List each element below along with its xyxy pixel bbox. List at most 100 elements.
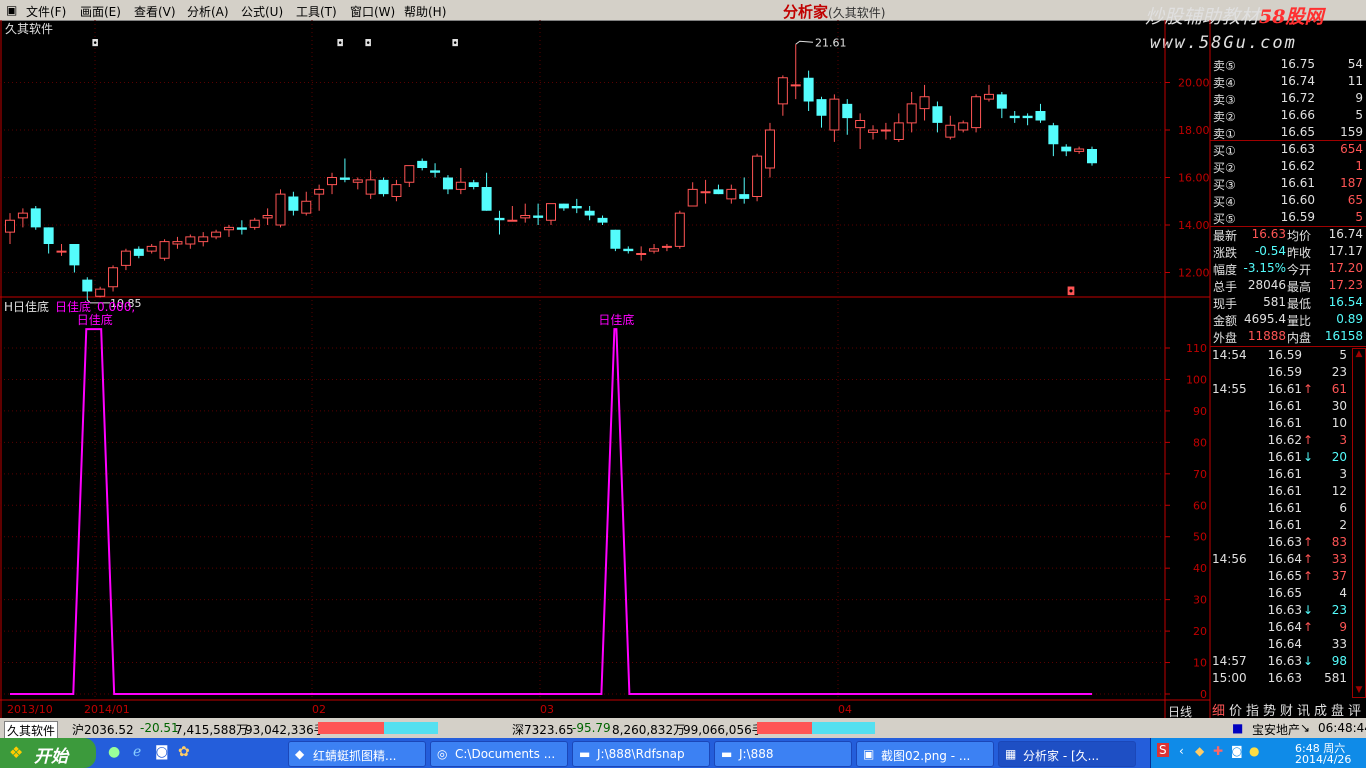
candle-body (1087, 149, 1097, 164)
panel-tab[interactable]: 财 (1280, 700, 1293, 719)
ticks-scrollbar[interactable]: ▲ ▼ (1352, 348, 1366, 698)
menu-view[interactable]: 查看(V) (134, 3, 176, 20)
sz-amount: 8,260,832万 (612, 723, 686, 737)
scroll-down-icon[interactable]: ▼ (1353, 685, 1365, 697)
tray-clock-date[interactable]: 2014/4/26 (1295, 753, 1351, 766)
candle-body (958, 122, 969, 131)
candle-body (1009, 115, 1020, 119)
panel-tab[interactable]: 指 (1246, 700, 1259, 719)
price-tick-label: 20.00 (1178, 77, 1210, 90)
tick-price: 16.64 (1267, 620, 1302, 634)
ask-label: 卖③ (1213, 93, 1236, 107)
tray-icon-3[interactable]: ◆ (1195, 744, 1204, 758)
tick-volume: 6 (1339, 501, 1347, 515)
candle-body (468, 182, 479, 187)
task-documents[interactable]: ◎ C:\Documents ... (430, 741, 568, 767)
candle-body (996, 94, 1007, 109)
candle-body (610, 229, 621, 249)
bid-price: 16.59 (1280, 210, 1315, 224)
tick-volume: 33 (1331, 637, 1347, 651)
candle-body (919, 96, 930, 110)
sz-change: -95.79 (572, 721, 611, 735)
ask-volume: 54 (1347, 57, 1363, 71)
task-folder-888[interactable]: ▬ J:\888 (714, 741, 852, 767)
task-analysis-app[interactable]: ▦ 分析家 - [久... (998, 741, 1136, 767)
candle-body (108, 267, 119, 288)
tick-volume: 4 (1339, 586, 1347, 600)
menu-tools[interactable]: 工具(T) (296, 3, 337, 20)
stat-value: 0.89 (1336, 312, 1363, 326)
stat-label: 昨收 (1287, 246, 1312, 260)
candle-body (584, 210, 595, 216)
menu-formula[interactable]: 公式(U) (241, 3, 283, 20)
candle-body (288, 196, 299, 211)
indicator-tick-label: 10 (1193, 657, 1207, 670)
menu-file[interactable]: 文件(F) (26, 3, 66, 20)
quicklaunch-icon-4[interactable]: ✿ (178, 744, 190, 760)
candle-body (1048, 125, 1059, 145)
tick-up-arrow-icon: ↑ (1303, 382, 1314, 396)
tray-icon-5[interactable]: ◙ (1231, 744, 1243, 758)
tray-icon-s[interactable]: S (1157, 743, 1169, 757)
bid-label: 买⑤ (1213, 212, 1236, 226)
indicator-tick-label: 0 (1200, 688, 1207, 701)
task-screenshot-tool[interactable]: ◆ 红蜻蜓抓图精... (288, 741, 426, 767)
menu-screen[interactable]: 画面(E) (80, 3, 121, 20)
panel-tab[interactable]: 讯 (1297, 700, 1310, 719)
start-label: 开始 (34, 747, 68, 767)
scroll-up-icon[interactable]: ▲ (1353, 349, 1365, 361)
stat-value: -3.15% (1243, 261, 1286, 275)
start-button[interactable]: ❖ 开始 (0, 738, 96, 768)
price-tick-label: 12.00 (1178, 267, 1210, 280)
candle-body (842, 103, 853, 119)
indicator-tick-label: 20 (1193, 625, 1207, 638)
quicklaunch-icon-1[interactable]: ● (108, 744, 120, 760)
panel-tab[interactable]: 价 (1229, 700, 1242, 719)
tray-arrow-icon[interactable]: ‹ (1179, 744, 1184, 758)
panel-tab[interactable]: 评 (1348, 700, 1361, 719)
candle-body (391, 184, 402, 197)
sector-name[interactable]: 宝安地产 (1252, 721, 1300, 738)
panel-tab[interactable]: 盘 (1331, 700, 1344, 719)
candle-body (777, 77, 788, 105)
candle-body (932, 106, 943, 123)
menu-help[interactable]: 帮助(H) (404, 3, 446, 20)
chart-canvas[interactable]: 20.0018.0016.0014.0012.00110100908070605… (0, 20, 1366, 718)
panel-tab[interactable]: 成 (1314, 700, 1327, 719)
panel-tab[interactable]: 势 (1263, 700, 1276, 719)
indicator-series (10, 328, 1092, 695)
task-image-viewer[interactable]: ▣ 截图02.png - ... (856, 741, 994, 767)
menu-analysis[interactable]: 分析(A) (187, 3, 229, 20)
tick-price: 16.59 (1267, 348, 1302, 362)
price-tick-label: 18.00 (1178, 124, 1210, 137)
ask-price: 16.74 (1280, 74, 1315, 88)
stat-label: 总手 (1213, 280, 1238, 294)
stat-label: 最低 (1287, 297, 1312, 311)
candle-body (5, 219, 15, 233)
app-brand: 分析家(久其软件) (783, 1, 933, 22)
app-menu-icon[interactable]: ▣ (6, 3, 17, 17)
tray-icon-6[interactable]: ● (1249, 744, 1259, 758)
alert-icon[interactable]: ■ (1232, 721, 1243, 735)
tick-up-arrow-icon: ↑ (1303, 433, 1314, 447)
panel-tab[interactable]: 细 (1212, 700, 1225, 719)
tick-volume: 581 (1324, 671, 1347, 685)
sh-volume: 93,042,336手 (245, 723, 326, 737)
tray-icon-4[interactable]: ✚ (1213, 744, 1223, 758)
sz-index: 深7323.65 (512, 723, 574, 737)
candle-body (533, 215, 544, 218)
tick-price: 16.61 (1267, 501, 1302, 515)
quicklaunch-icon-3[interactable]: ◙ (155, 744, 169, 760)
candle-body (352, 179, 363, 183)
date-axis-label: 2014/01 (84, 703, 130, 716)
candle-body (417, 160, 428, 168)
tick-down-arrow-icon: ↓ (1303, 450, 1314, 464)
menu-window[interactable]: 窗口(W) (350, 3, 395, 20)
tick-time: 14:54 (1212, 348, 1247, 362)
bid-label: 买③ (1213, 178, 1236, 192)
candle-body (455, 181, 466, 190)
task-folder-rdfsnap[interactable]: ▬ J:\888\Rdfsnap (572, 741, 710, 767)
sh-change: -20.51 (140, 721, 179, 735)
tick-volume: 61 (1331, 382, 1347, 396)
quicklaunch-ie-icon[interactable]: ℯ (133, 744, 141, 760)
